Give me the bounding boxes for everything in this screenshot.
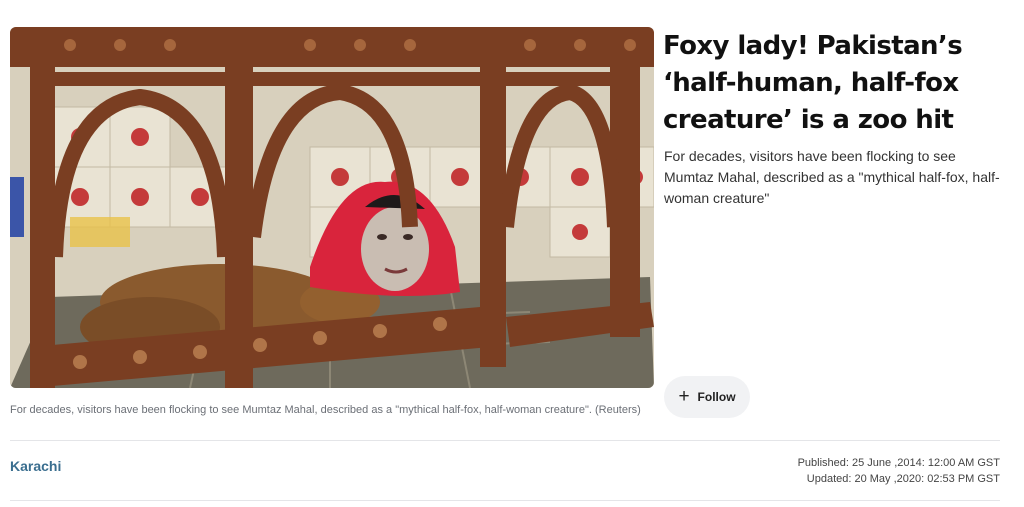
plus-icon: + xyxy=(678,385,690,407)
divider-top xyxy=(10,440,1000,441)
updated-date: Updated: 20 May ,2020: 02:53 PM GST xyxy=(806,473,1000,485)
article-headline: Foxy lady! Pakistan’s ‘half-human, half-… xyxy=(663,31,963,135)
article-hero-image xyxy=(10,27,654,388)
image-caption: For decades, visitors have been flocking… xyxy=(10,404,641,416)
follow-button[interactable]: + Follow xyxy=(664,376,750,418)
follow-label: Follow xyxy=(697,390,736,404)
article-dates: Published: 25 June ,2014: 12:00 AM GST U… xyxy=(798,455,1000,487)
published-date: Published: 25 June ,2014: 12:00 AM GST xyxy=(797,457,1000,469)
divider-bottom xyxy=(10,500,1000,501)
article-summary: For decades, visitors have been flocking… xyxy=(664,148,1000,206)
location-link[interactable]: Karachi xyxy=(10,458,61,474)
